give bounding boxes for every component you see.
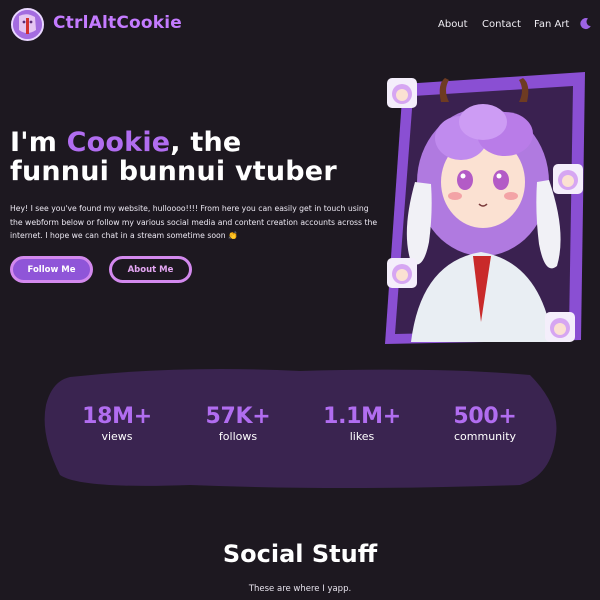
character-artwork: [381, 72, 585, 344]
nav-link-about[interactable]: About: [438, 19, 468, 30]
hero-title-suffix: , the: [170, 127, 242, 158]
social-section-title: Social Stuff: [222, 540, 378, 568]
emote-sticker: [553, 164, 583, 194]
emote-sticker: [387, 258, 417, 288]
stat-likes-label: likes: [349, 430, 375, 443]
moon-icon[interactable]: [579, 17, 592, 30]
nav-link-contact[interactable]: Contact: [482, 19, 521, 30]
hero-description: Hey! I see you've found my website, hull…: [10, 204, 378, 241]
stat-follows-value: 57K+: [205, 404, 271, 429]
stat-views-label: views: [101, 430, 133, 443]
follow-me-button[interactable]: Follow Me: [10, 256, 93, 283]
hero-title: I'm Cookie, the funnui bunnui vtuber: [10, 128, 337, 186]
stat-community-label: community: [453, 430, 517, 443]
emote-sticker: [545, 312, 575, 342]
about-me-button[interactable]: About Me: [109, 256, 192, 283]
hero-title-line2: funnui bunnui vtuber: [10, 156, 337, 187]
stat-community-value: 500+: [453, 404, 517, 429]
avatar-icon: [13, 10, 42, 39]
stat-follows-label: follows: [218, 430, 258, 443]
hero-title-highlight: Cookie: [66, 127, 171, 158]
social-section-subtitle: These are where I yapp.: [248, 584, 352, 594]
emote-sticker: [387, 78, 417, 108]
brand-name[interactable]: CtrlAltCookie: [53, 13, 182, 33]
avatar-logo[interactable]: [11, 8, 44, 41]
stat-views-value: 18M+: [82, 404, 152, 429]
stat-likes-value: 1.1M+: [323, 404, 401, 429]
nav-link-fan-art[interactable]: Fan Art: [534, 19, 569, 30]
hero-title-prefix: I'm: [10, 127, 67, 158]
